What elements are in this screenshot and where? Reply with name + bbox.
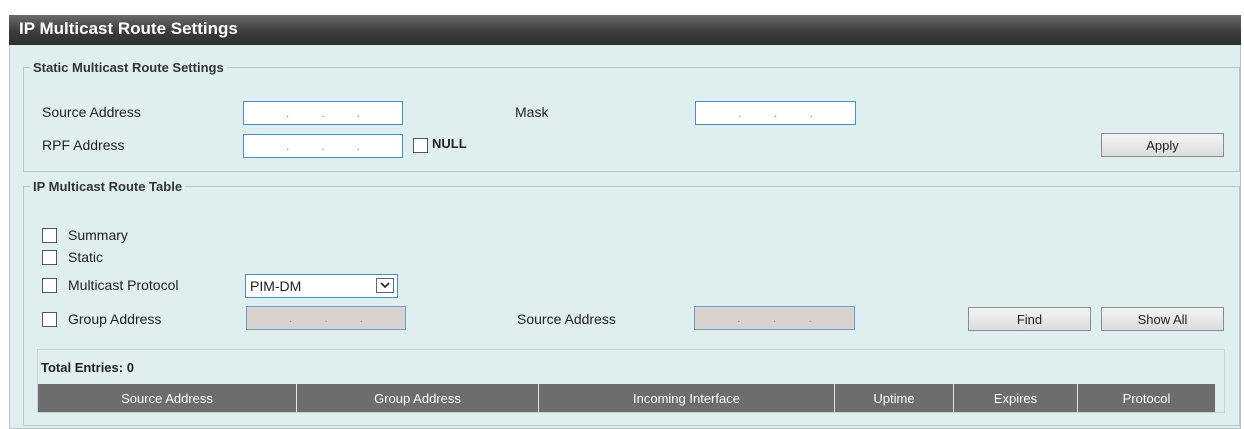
ip-separator: . bbox=[356, 106, 360, 120]
ip-separator: . bbox=[324, 311, 328, 325]
mask-input[interactable]: . . . bbox=[695, 101, 856, 125]
rpf-address-input[interactable]: . . . bbox=[243, 134, 403, 158]
title-bar: IP Multicast Route Settings bbox=[9, 15, 1241, 45]
show-all-button[interactable]: Show All bbox=[1101, 307, 1224, 331]
ip-separator: . bbox=[772, 311, 777, 325]
rpf-address-label: RPF Address bbox=[42, 137, 125, 153]
column-header-incoming-interface: Incoming Interface bbox=[539, 384, 835, 412]
ip-separator: . bbox=[321, 106, 325, 120]
source-address-input[interactable]: . . . bbox=[243, 101, 403, 125]
summary-checkbox[interactable] bbox=[42, 228, 57, 243]
find-button[interactable]: Find bbox=[968, 307, 1091, 331]
route-table-legend: IP Multicast Route Table bbox=[33, 179, 183, 194]
apply-button[interactable]: Apply bbox=[1101, 133, 1224, 157]
ip-separator: . bbox=[773, 106, 778, 120]
ip-separator: . bbox=[285, 139, 290, 153]
column-header-group-address: Group Address bbox=[297, 384, 539, 412]
column-header-uptime: Uptime bbox=[835, 384, 954, 412]
ip-separator: . bbox=[356, 139, 360, 153]
group-address-input[interactable]: . . . bbox=[246, 306, 406, 330]
group-address-label: Group Address bbox=[68, 311, 162, 327]
static-checkbox[interactable] bbox=[42, 250, 57, 265]
group-address-checkbox[interactable] bbox=[42, 312, 57, 327]
column-header-source-address: Source Address bbox=[38, 384, 297, 412]
multicast-protocol-select[interactable]: PIM-DM bbox=[245, 274, 398, 298]
total-entries: Total Entries: 0 bbox=[41, 360, 134, 375]
ip-separator: . bbox=[809, 106, 813, 120]
static-label: Static bbox=[68, 249, 104, 265]
multicast-protocol-checkbox[interactable] bbox=[42, 278, 57, 293]
ip-separator: . bbox=[285, 106, 290, 120]
table-source-address-label: Source Address bbox=[517, 311, 616, 327]
static-route-fieldset: Static Multicast Route Settings bbox=[23, 60, 1240, 172]
ip-separator: . bbox=[808, 311, 812, 325]
ip-separator: . bbox=[737, 311, 741, 325]
multicast-protocol-label: Multicast Protocol bbox=[68, 277, 179, 293]
static-route-legend: Static Multicast Route Settings bbox=[33, 60, 224, 75]
multicast-protocol-value: PIM-DM bbox=[250, 278, 302, 294]
ip-separator: . bbox=[738, 106, 742, 120]
null-checkbox[interactable] bbox=[413, 138, 428, 153]
summary-label: Summary bbox=[68, 227, 128, 243]
page-title: IP Multicast Route Settings bbox=[19, 19, 238, 38]
null-label: NULL bbox=[432, 136, 467, 151]
ip-separator: . bbox=[288, 311, 293, 325]
chevron-down-icon[interactable] bbox=[376, 278, 394, 293]
column-header-expires: Expires bbox=[954, 384, 1078, 412]
column-header-protocol: Protocol bbox=[1078, 384, 1216, 412]
ip-separator: . bbox=[321, 139, 325, 153]
mask-label: Mask bbox=[515, 104, 549, 120]
source-address-label: Source Address bbox=[42, 104, 141, 120]
table-source-address-input[interactable]: . . . bbox=[694, 306, 855, 330]
ip-separator: . bbox=[359, 311, 363, 325]
table-header: Source Address Group Address Incoming In… bbox=[38, 384, 1216, 412]
